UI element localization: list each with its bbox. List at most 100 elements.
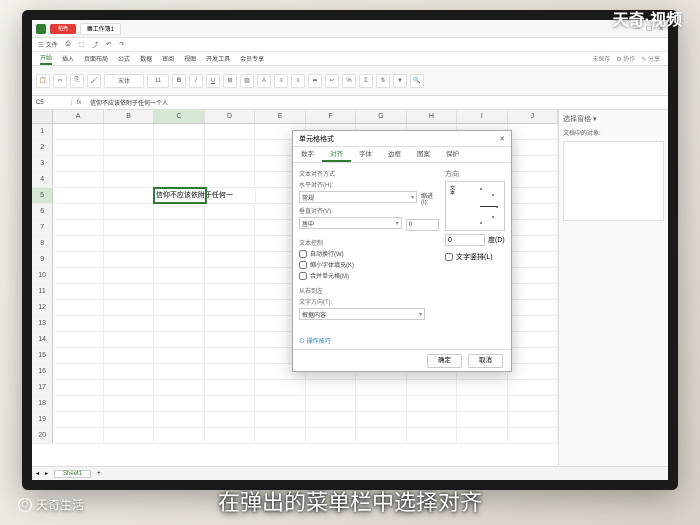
cell[interactable] [508,252,558,267]
cell[interactable] [508,380,558,395]
row-header[interactable]: 8 [32,236,53,251]
dlg-tab-font[interactable]: 字体 [351,147,380,162]
cell[interactable] [53,396,103,411]
dlg-tab-number[interactable]: 数字 [293,147,322,162]
wrap-icon[interactable]: ↵ [325,74,339,88]
cell[interactable] [53,204,103,219]
row-header[interactable]: 13 [32,316,53,331]
save-icon[interactable]: ⤴ [92,40,98,49]
cell[interactable] [508,428,558,443]
app-icon[interactable] [36,24,46,34]
cell[interactable] [53,364,103,379]
cell[interactable] [205,300,255,315]
cell[interactable] [457,412,507,427]
cell[interactable] [205,412,255,427]
cell[interactable] [407,428,457,443]
cell[interactable] [255,428,305,443]
row-header[interactable]: 3 [32,156,53,171]
cell[interactable] [104,348,154,363]
row-header[interactable]: 2 [32,140,53,155]
cell[interactable] [53,348,103,363]
pane-title[interactable]: 选择窗格 ▾ [563,114,664,124]
cell[interactable] [508,412,558,427]
cell[interactable] [205,348,255,363]
preview-icon[interactable]: ⬚ [78,41,84,48]
dlg-tab-pattern[interactable]: 图案 [409,147,438,162]
cell[interactable] [154,412,204,427]
cell[interactable] [508,172,558,187]
wrap-checkbox[interactable]: 自动换行(W) [299,249,439,258]
dlg-tab-protect[interactable]: 保护 [438,147,467,162]
row-header[interactable]: 20 [32,428,53,443]
sheet-tab[interactable]: Sheet1 [54,470,91,478]
cell[interactable] [205,284,255,299]
cell[interactable] [104,284,154,299]
cell[interactable] [508,236,558,251]
cell[interactable] [154,140,204,155]
cell[interactable] [205,268,255,283]
cell[interactable] [508,268,558,283]
cell[interactable] [104,428,154,443]
cell[interactable] [306,380,356,395]
col-header[interactable]: B [104,110,154,123]
cell[interactable] [457,396,507,411]
fx-icon[interactable]: fx [72,100,86,106]
copy-icon[interactable]: ⎘ [70,74,84,88]
file-menu[interactable]: 三 文件 [38,40,58,49]
cell[interactable] [53,124,103,139]
help-link[interactable]: ⊙ 操作技巧 [293,332,511,349]
cell[interactable] [205,140,255,155]
ok-button[interactable]: 确定 [427,354,462,368]
cell[interactable] [508,140,558,155]
cell[interactable] [154,428,204,443]
cell[interactable] [205,364,255,379]
tab-layout[interactable]: 页面布局 [84,54,108,63]
tab-member[interactable]: 会员专享 [240,54,264,63]
merge-checkbox[interactable]: 合并单元格(M) [299,271,439,280]
tab-dev[interactable]: 开发工具 [206,54,230,63]
tab-home[interactable]: 开始 [40,53,52,65]
cell[interactable] [53,428,103,443]
row-header[interactable]: 16 [32,364,53,379]
cell[interactable] [255,412,305,427]
sheet-nav-icon[interactable]: ▸ [45,470,48,477]
row-header[interactable]: 12 [32,300,53,315]
cell[interactable] [154,364,204,379]
v-align-select[interactable]: 居中 [299,217,402,229]
cell[interactable] [104,332,154,347]
cell[interactable] [508,316,558,331]
cell[interactable] [154,204,204,219]
vertical-text-checkbox[interactable]: 文字竖排(L) [445,252,505,262]
italic-icon[interactable]: I [189,74,203,88]
cell[interactable] [104,172,154,187]
cell[interactable] [205,156,255,171]
cell[interactable] [306,428,356,443]
cell[interactable] [154,332,204,347]
redo-icon[interactable]: ↷ [119,41,124,48]
row-header[interactable]: 18 [32,396,53,411]
row-header[interactable]: 10 [32,268,53,283]
cell[interactable] [104,300,154,315]
tab-view[interactable]: 视图 [184,54,196,63]
cell[interactable] [154,316,204,331]
merge-icon[interactable]: ⬌ [308,74,322,88]
cell[interactable] [53,412,103,427]
cell[interactable] [53,252,103,267]
cell[interactable] [53,140,103,155]
cell[interactable] [154,172,204,187]
cell[interactable] [508,332,558,347]
cell[interactable] [104,396,154,411]
cell[interactable] [205,316,255,331]
degree-spinner[interactable]: 0 [445,234,485,246]
cell[interactable] [407,412,457,427]
col-header[interactable]: G [356,110,406,123]
row-header[interactable]: 15 [32,348,53,363]
cell[interactable] [255,396,305,411]
cell[interactable] [53,172,103,187]
col-header[interactable]: H [407,110,457,123]
select-all-corner[interactable] [32,110,53,123]
cell[interactable] [508,300,558,315]
cell[interactable] [407,380,457,395]
cell[interactable] [205,236,255,251]
format-painter-icon[interactable]: 🖌 [87,74,101,88]
